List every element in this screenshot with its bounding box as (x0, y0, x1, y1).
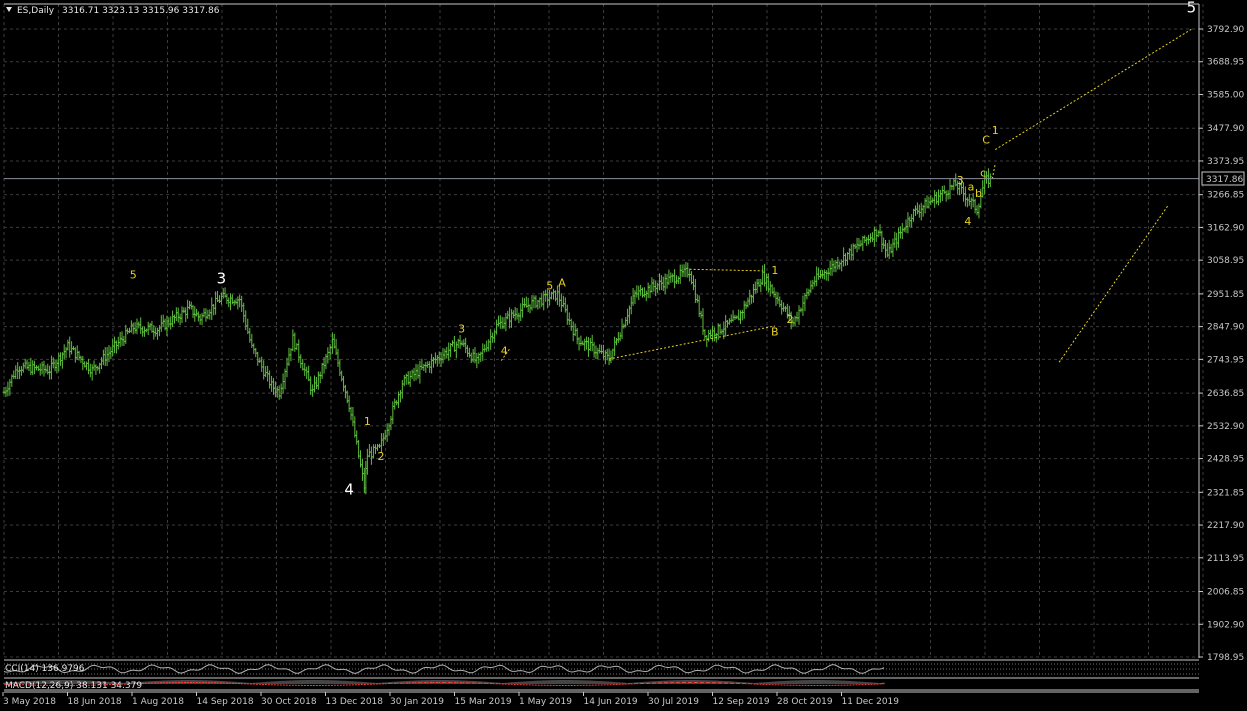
wave-label: 5 (1187, 0, 1197, 17)
wave-label: 4 (964, 215, 971, 228)
current-price-label: 3317.86 (1206, 175, 1243, 185)
time-tick-label: 3 May 2018 (3, 697, 56, 707)
price-tick-label: 3266.85 (1207, 191, 1244, 201)
wave-label: 3 (957, 174, 964, 187)
price-tick-label: 3688.95 (1207, 58, 1244, 68)
time-tick-label: 14 Sep 2018 (197, 697, 254, 707)
wave-label: 2 (787, 313, 794, 326)
time-tick-label: 11 Dec 2019 (842, 697, 900, 707)
price-tick-label: 3585.00 (1207, 90, 1244, 100)
cci-label: CCI(14) 136.9796 (5, 664, 85, 674)
chart-canvas[interactable]: 345512345 A12B34a bcC1 3792.903688.953585.… (0, 0, 1247, 711)
price-tick-label: 3162.90 (1207, 223, 1244, 233)
chart-ohlc: 3316.71 3323.13 3315.96 3317.86 (62, 6, 220, 16)
wave-label: c (980, 166, 986, 179)
time-tick-label: 15 Mar 2019 (455, 697, 512, 707)
price-tick-label: 2847.90 (1207, 323, 1244, 333)
price-tick-label: 2217.90 (1207, 521, 1244, 531)
wave-label: 3 (217, 269, 227, 287)
price-tick-label: 2743.95 (1207, 355, 1244, 365)
wave-label: 4 (501, 344, 508, 357)
price-tick-label: 2636.85 (1207, 389, 1244, 399)
wave-label: 5 (130, 269, 137, 282)
macd-label: MACD(12,26,9) 38.131 34.379 (5, 681, 142, 691)
time-tick-label: 18 Jun 2018 (68, 697, 122, 707)
wave-label: 1 (771, 264, 778, 277)
time-tick-label: 30 Oct 2018 (261, 697, 317, 707)
price-tick-label: 2532.90 (1207, 422, 1244, 432)
price-tick-label: 3373.95 (1207, 157, 1244, 167)
wave-label: 5 (546, 280, 553, 293)
price-tick-label: 2113.95 (1207, 554, 1244, 564)
time-tick-label: 1 May 2019 (519, 697, 572, 707)
wave-label: B (771, 325, 779, 338)
price-tick-label: 1798.95 (1207, 653, 1244, 663)
chart-background (0, 0, 1247, 711)
wave-label: a (968, 181, 975, 194)
time-tick-label: 30 Jan 2019 (390, 697, 444, 707)
price-tick-label: 2951.85 (1207, 290, 1244, 300)
price-tick-label: 2006.85 (1207, 588, 1244, 598)
time-tick-label: 12 Sep 2019 (713, 697, 770, 707)
time-tick-label: 28 Oct 2019 (777, 697, 833, 707)
wave-label: 2 (378, 450, 385, 463)
time-tick-label: 30 Jul 2019 (648, 697, 699, 707)
time-tick-label: 1 Aug 2018 (132, 697, 184, 707)
wave-label: C (982, 133, 990, 146)
wave-label: 1 (364, 415, 371, 428)
chart-symbol: ES,Daily (17, 6, 55, 16)
wave-label: 3 (458, 322, 465, 335)
price-tick-label: 2428.95 (1207, 455, 1244, 465)
time-tick-label: 13 Dec 2018 (326, 697, 384, 707)
price-tick-label: 3058.95 (1207, 256, 1244, 266)
price-tick-label: 2321.85 (1207, 488, 1244, 498)
time-tick-label: 14 Jun 2019 (584, 697, 638, 707)
price-tick-label: 1902.90 (1207, 620, 1244, 630)
wave-label: 4 (344, 480, 354, 498)
wave-label: A (558, 277, 566, 290)
price-tick-label: 3477.90 (1207, 124, 1244, 134)
wave-label: 1 (992, 124, 999, 137)
wave-label: b (975, 187, 982, 200)
price-tick-label: 3792.90 (1207, 25, 1244, 35)
